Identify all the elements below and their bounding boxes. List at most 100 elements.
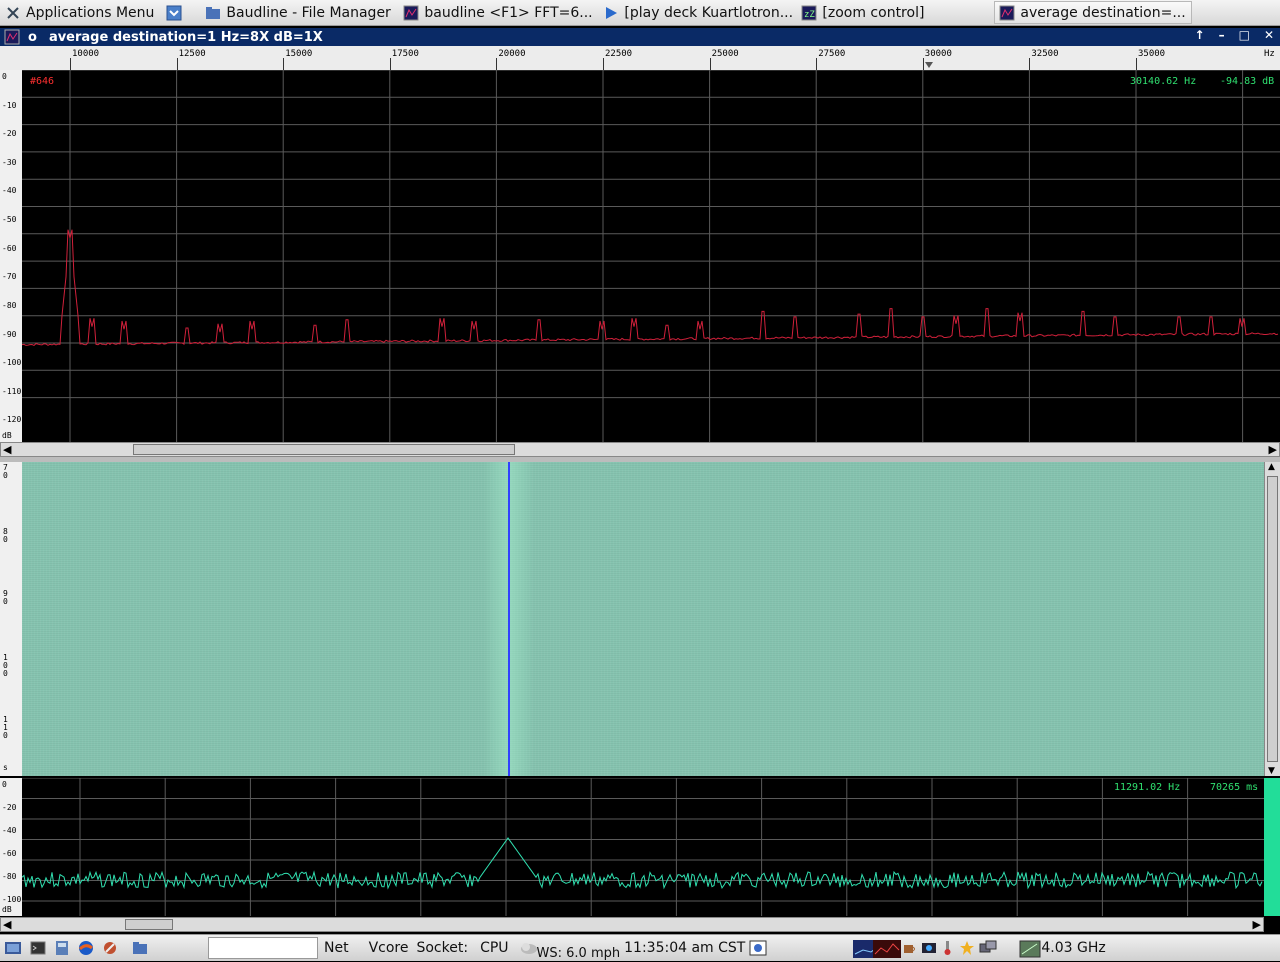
spectrum-horizontal-scrollbar[interactable]: ◀ ▶ xyxy=(0,442,1280,457)
time-scale-label: 90 xyxy=(3,589,8,606)
thermometer-icon[interactable] xyxy=(939,940,955,956)
scale-label: dB xyxy=(2,431,12,440)
scroll-left-arrow[interactable]: ◀ xyxy=(3,443,11,456)
scale-label: -50 xyxy=(2,215,17,225)
bottom-panel: Net Vcore Socket: CPU WS: 6.0 mph 11:35:… xyxy=(0,934,1280,961)
scale-label: 0 xyxy=(2,72,7,81)
scale-label: -40 xyxy=(2,826,17,835)
scroll-up-arrow[interactable]: ▲ xyxy=(1268,462,1275,472)
waterfall-time-scale: 70 80 90 100 110 s xyxy=(0,462,23,776)
weather-label: WS: 6.0 mph xyxy=(536,945,621,961)
slice-time-readout: 70265 ms xyxy=(1210,782,1259,793)
chevron-down-icon xyxy=(166,5,182,21)
scale-label: dB xyxy=(2,905,12,914)
window-titlebar[interactable]: o average destination=1 Hz=8X dB=1X ↑ – … xyxy=(0,28,1280,46)
cursor-frequency-readout: 30140.62 Hz xyxy=(1130,76,1197,87)
scale-label: -30 xyxy=(2,157,17,167)
scale-label: -20 xyxy=(2,803,17,812)
scrollbar-thumb[interactable] xyxy=(133,444,515,455)
ruler-tick-label: 27500 xyxy=(818,49,846,59)
xfce-mouse-icon xyxy=(5,5,21,21)
spectrum-display[interactable]: #646 30140.62 Hz -94.83 dB xyxy=(22,70,1280,442)
time-scale-label: s xyxy=(3,763,8,772)
frequency-ruler[interactable]: 10000 12500 15000 17500 20000 22500 25000 27500… xyxy=(22,46,1280,71)
ruler-tick-mark xyxy=(1029,58,1031,70)
scale-label: -100 xyxy=(2,895,22,904)
waterfall-spectrogram[interactable] xyxy=(22,462,1264,776)
maximize-button[interactable]: □ xyxy=(1239,28,1250,42)
ruler-tick-mark xyxy=(816,58,818,70)
svg-text:zZ: zZ xyxy=(804,10,815,20)
scale-label: -70 xyxy=(2,272,17,282)
taskbar-window-play-deck[interactable]: [play deck Kuartlotron... xyxy=(598,1,794,24)
scale-label: -10 xyxy=(2,100,17,110)
network-graph-icon[interactable] xyxy=(853,940,882,958)
applications-menu-label: Applications Menu xyxy=(26,4,155,21)
ruler-tick-mark xyxy=(389,58,391,70)
slice-spectrum-display[interactable]: 11291.02 Hz 70265 ms xyxy=(22,778,1264,916)
tools-icon[interactable] xyxy=(102,940,118,956)
terminal-icon[interactable] xyxy=(30,940,46,956)
scroll-down-arrow[interactable]: ▼ xyxy=(1268,766,1275,776)
ruler-tick-label: 25000 xyxy=(711,49,739,59)
scale-label: -60 xyxy=(2,243,17,253)
scrollbar-thumb[interactable] xyxy=(1267,476,1278,762)
socket-monitor-label: Socket: xyxy=(416,940,469,956)
taskbar-window-label: Baudline - File Manager xyxy=(226,4,391,21)
cpu-graph-icon[interactable] xyxy=(873,940,902,958)
network-connection-icon[interactable] xyxy=(979,940,997,956)
zoom-icon: zZ xyxy=(801,5,817,21)
taskbar-window-average[interactable]: average destination=... xyxy=(994,1,1193,24)
scroll-right-arrow[interactable]: ▶ xyxy=(1253,918,1261,931)
scrollbar-thumb[interactable] xyxy=(125,919,173,930)
weather-station-icon[interactable] xyxy=(921,940,937,956)
minimize-button[interactable]: – xyxy=(1219,28,1225,42)
time-scale-label: 70 xyxy=(3,463,8,480)
net-monitor-label: Net xyxy=(324,940,349,956)
taskbar-window-zoom-control[interactable]: zZ [zoom control] xyxy=(796,1,992,24)
scale-label: -80 xyxy=(2,872,17,881)
command-input[interactable] xyxy=(208,937,318,959)
window-list-dropdown[interactable] xyxy=(161,1,192,24)
close-button[interactable]: ✕ xyxy=(1264,28,1274,42)
cursor-db-readout: -94.83 dB xyxy=(1220,76,1275,87)
taskbar-window-baudline[interactable]: baudline <F1> FFT=6... xyxy=(398,1,596,24)
color-swatch xyxy=(1264,778,1280,916)
taskbar-window-label: [zoom control] xyxy=(822,4,925,21)
ruler-tick-mark xyxy=(1136,58,1137,70)
applications-menu-button[interactable]: Applications Menu xyxy=(0,1,159,24)
ruler-tick-mark xyxy=(922,58,924,70)
taskbar-window-label: average destination=... xyxy=(1020,4,1186,21)
show-desktop-icon[interactable] xyxy=(4,940,21,956)
star-icon[interactable] xyxy=(959,940,975,956)
coffee-icon[interactable] xyxy=(901,940,917,956)
baudline-icon xyxy=(999,5,1015,21)
ruler-tick-label: 32500 xyxy=(1031,49,1059,59)
top-taskbar: Applications Menu Baudline - File Manage… xyxy=(0,0,1280,26)
vcore-monitor-label: Vcore xyxy=(368,940,409,956)
ruler-tick-mark xyxy=(603,58,604,70)
spectrum-db-scale: 0 -10 -20 -30 -40 -50 -60 -70 -80 -90 -100 -110 -120… xyxy=(0,70,23,442)
ruler-tick-label: 20000 xyxy=(498,49,526,59)
window-menu-icon[interactable] xyxy=(4,29,20,45)
waterfall-vertical-scrollbar[interactable]: ▲ ▼ xyxy=(1264,462,1280,776)
clock[interactable]: 11:35:04 am CST xyxy=(624,940,745,956)
carrier-center-line xyxy=(508,462,510,776)
screenshot-icon[interactable] xyxy=(749,940,767,956)
ruler-tick-label: 30000 xyxy=(924,49,952,59)
scroll-right-arrow[interactable]: ▶ xyxy=(1269,443,1277,456)
ruler-tick-label: 22500 xyxy=(605,49,633,59)
scale-label: -90 xyxy=(2,329,17,339)
slice-frequency-readout: 11291.02 Hz xyxy=(1114,782,1181,793)
folder-icon xyxy=(205,5,221,21)
scroll-left-arrow[interactable]: ◀ xyxy=(3,918,11,931)
taskbar-window-file-manager[interactable]: Baudline - File Manager xyxy=(200,1,396,24)
folder-icon[interactable] xyxy=(132,940,148,956)
cpufreq-icon xyxy=(1019,940,1041,958)
shade-button[interactable]: ↑ xyxy=(1195,28,1205,42)
slice-horizontal-scrollbar[interactable]: ◀ ▶ xyxy=(0,917,1264,932)
cpu-frequency-label: 4.03 GHz xyxy=(1041,940,1106,956)
ruler-tick-label: 17500 xyxy=(391,49,419,59)
file-manager-icon[interactable] xyxy=(54,940,70,956)
browser-icon[interactable] xyxy=(78,940,94,956)
